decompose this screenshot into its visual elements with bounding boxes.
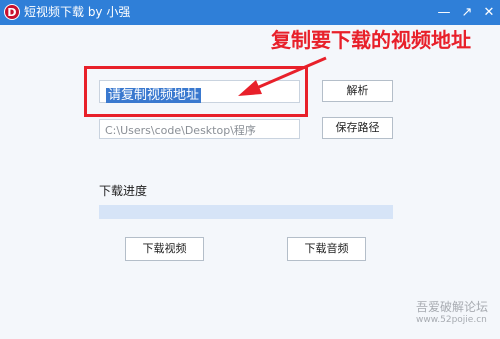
annotation-arrow bbox=[238, 56, 327, 96]
watermark-url: www.52pojie.cn bbox=[416, 315, 487, 325]
watermark: 吾爱破解论坛 www.52pojie.cn bbox=[416, 301, 488, 327]
watermark-text: 吾爱破解论坛 bbox=[416, 300, 489, 314]
